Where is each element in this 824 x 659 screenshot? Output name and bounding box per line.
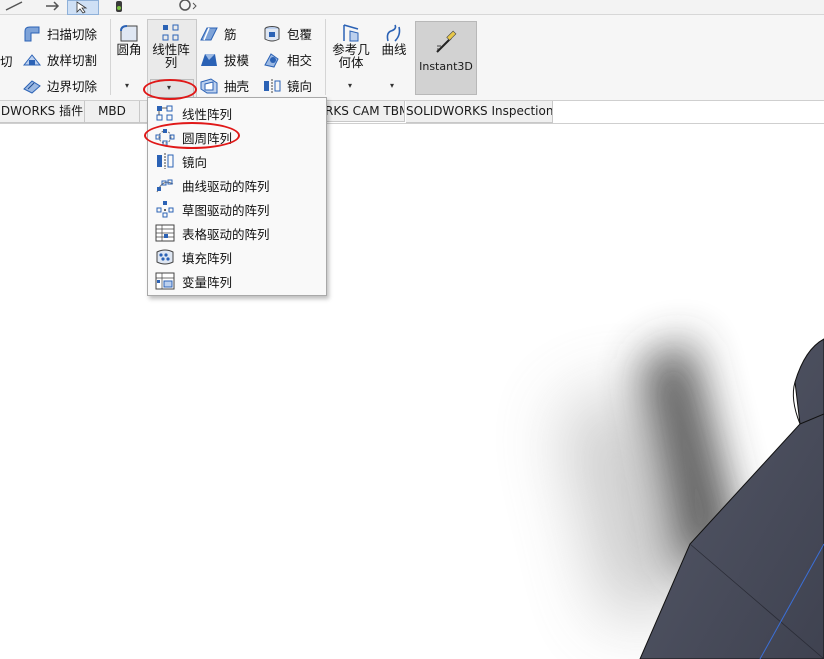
ribbon-separator bbox=[110, 19, 111, 95]
fill-pattern-icon bbox=[154, 247, 176, 267]
rib-icon bbox=[200, 27, 218, 40]
annotation-circle-circular-pattern bbox=[144, 122, 240, 149]
traffic-light-icon[interactable] bbox=[112, 0, 126, 12]
reference-geometry-button[interactable]: 参考几 何体 bbox=[330, 23, 372, 69]
menu-item-linear-pattern[interactable]: 线性阵列 bbox=[148, 101, 326, 125]
menu-item-fill-pattern[interactable]: 填充阵列 bbox=[148, 245, 326, 269]
fillet-dropdown-arrow[interactable]: ▾ bbox=[125, 81, 129, 90]
graphics-viewport[interactable] bbox=[0, 124, 824, 659]
intersect-icon bbox=[264, 52, 279, 68]
curves-dropdown-arrow[interactable]: ▾ bbox=[390, 81, 394, 90]
intersect-button[interactable]: 相交 bbox=[262, 50, 312, 69]
table-driven-pattern-icon bbox=[154, 223, 176, 243]
swept-cut-button[interactable]: 扫描切除 bbox=[22, 24, 97, 43]
reference-geometry-dropdown-arrow[interactable]: ▾ bbox=[348, 81, 352, 90]
ribbon-separator bbox=[325, 19, 326, 95]
boundary-cut-button[interactable]: 边界切除 bbox=[22, 76, 97, 95]
boundary-cut-icon bbox=[23, 79, 41, 94]
gear-icon[interactable] bbox=[176, 0, 198, 12]
mirror-icon bbox=[154, 151, 176, 171]
curve-driven-pattern-icon bbox=[154, 175, 176, 195]
shell-button[interactable]: 抽壳 bbox=[199, 76, 249, 95]
instant3d-icon bbox=[436, 30, 457, 53]
menu-item-sketch-driven-pattern[interactable]: 草图驱动的阵列 bbox=[148, 197, 326, 221]
lofted-cut-button[interactable]: 放样切割 bbox=[22, 50, 97, 69]
linear-pattern-icon bbox=[162, 24, 179, 41]
features-ribbon: 切 扫描切除 放样切割 边界切除 圆角 ▾ 线性阵 列 ▾ 筋 拔模 抽壳 包覆… bbox=[0, 15, 824, 101]
sketch-driven-pattern-icon bbox=[154, 199, 176, 219]
menu-item-mirror[interactable]: 镜向 bbox=[148, 149, 326, 173]
wrap-icon bbox=[264, 25, 280, 41]
shell-icon bbox=[200, 77, 218, 93]
annotation-circle-dropdown bbox=[143, 79, 197, 100]
fillet-icon bbox=[120, 25, 138, 42]
curves-button[interactable]: 曲线 bbox=[378, 23, 410, 56]
curves-icon bbox=[386, 24, 401, 42]
reference-geometry-icon bbox=[343, 24, 359, 42]
mirror-button[interactable]: 镜向 bbox=[262, 76, 312, 95]
mirror-icon bbox=[264, 78, 281, 93]
line-icon[interactable] bbox=[4, 0, 24, 12]
variable-pattern-icon bbox=[154, 271, 176, 291]
draft-icon bbox=[201, 53, 217, 66]
cursor-icon bbox=[76, 1, 88, 14]
draft-button[interactable]: 拔模 bbox=[199, 50, 249, 69]
quick-access-toolbar bbox=[0, 0, 824, 15]
model-view bbox=[560, 338, 824, 659]
tab-solidworks-addins[interactable]: DWORKS 插件 bbox=[0, 101, 85, 123]
instant3d-button[interactable]: Instant3D bbox=[415, 21, 477, 95]
menu-item-variable-pattern[interactable]: 变量阵列 bbox=[148, 269, 326, 293]
lofted-cut-icon bbox=[22, 53, 42, 65]
fillet-button[interactable]: 圆角 bbox=[113, 23, 145, 56]
tab-mbd[interactable]: MBD bbox=[85, 101, 140, 123]
menu-item-curve-driven-pattern[interactable]: 曲线驱动的阵列 bbox=[148, 173, 326, 197]
rib-button[interactable]: 筋 bbox=[199, 24, 237, 43]
extruded-cut-button-partial[interactable]: 切 bbox=[0, 51, 13, 70]
menu-item-table-driven-pattern[interactable]: 表格驱动的阵列 bbox=[148, 221, 326, 245]
swept-cut-icon bbox=[24, 26, 40, 41]
linear-pattern-icon bbox=[154, 103, 176, 123]
linear-pattern-button[interactable]: 线性阵 列 bbox=[147, 23, 195, 69]
command-manager-tabs: DWORKS 插件 MBD RKS CAM TBM SOLIDWORKS Ins… bbox=[0, 101, 824, 124]
arrow-icon[interactable] bbox=[42, 0, 62, 12]
select-button[interactable] bbox=[67, 0, 99, 15]
tab-solidworks-cam-tbm[interactable]: RKS CAM TBM bbox=[325, 101, 405, 122]
tab-solidworks-inspection[interactable]: SOLIDWORKS Inspection bbox=[406, 101, 553, 123]
wrap-button[interactable]: 包覆 bbox=[262, 24, 312, 43]
